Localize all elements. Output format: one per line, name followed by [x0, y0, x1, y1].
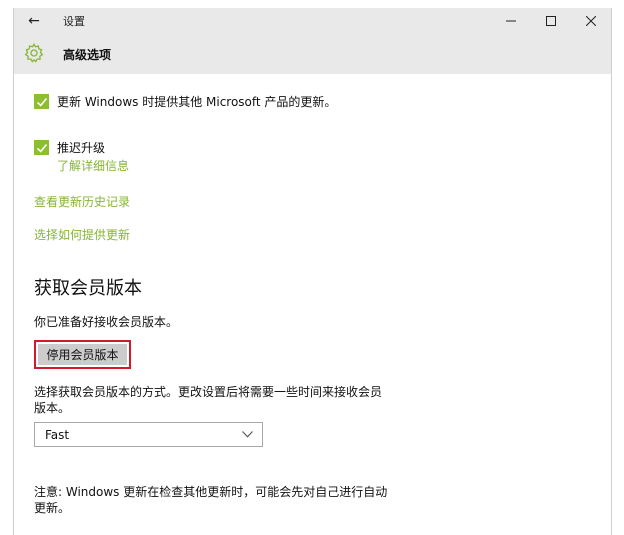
maximize-button[interactable]	[531, 8, 571, 34]
learn-more-link[interactable]: 了解详细信息	[57, 157, 129, 174]
choose-delivery-link[interactable]: 选择如何提供更新	[34, 226, 130, 243]
update-note-line1: 注意: Windows 更新在检查其他更新时，可能会先对自己进行自动	[34, 485, 388, 499]
back-arrow-icon: ←	[28, 13, 40, 29]
insider-pace-description-line2: 版本。	[34, 401, 71, 415]
office-updates-label: 更新 Windows 时提供其他 Microsoft 产品的更新。	[57, 95, 337, 109]
insider-ready-text: 你已准备好接收会员版本。	[34, 315, 179, 329]
defer-upgrades-label: 推迟升级	[57, 141, 106, 155]
checkmark-icon	[36, 97, 47, 107]
back-button[interactable]: ←	[24, 11, 44, 31]
checkmark-icon	[36, 143, 47, 153]
update-note-line2: 更新。	[34, 501, 71, 515]
insider-pace-select[interactable]: Fast	[34, 422, 263, 447]
minimize-button[interactable]	[491, 8, 531, 34]
defer-upgrades-checkbox[interactable]	[34, 140, 49, 155]
insider-pace-value: Fast	[45, 427, 70, 442]
page-title: 高级选项	[63, 48, 112, 62]
chevron-down-icon	[242, 431, 253, 438]
settings-window: ← 设置 高级选项 更新 Windows 时提供其他 Microsoft 产品的…	[13, 8, 612, 535]
defer-upgrades-option[interactable]: 推迟升级	[34, 140, 105, 156]
close-icon	[586, 16, 596, 26]
maximize-icon	[546, 16, 556, 26]
app-title: 设置	[63, 15, 85, 28]
close-button[interactable]	[571, 8, 611, 34]
advanced-options-content: 更新 Windows 时提供其他 Microsoft 产品的更新。 推迟升级 了…	[14, 74, 611, 535]
insider-section-heading: 获取会员版本	[34, 278, 142, 299]
office-updates-option[interactable]: 更新 Windows 时提供其他 Microsoft 产品的更新。	[34, 94, 336, 110]
page-header: 高级选项	[14, 34, 611, 74]
title-bar: ← 设置	[14, 8, 611, 34]
insider-pace-description-line1: 选择获取会员版本的方式。更改设置后将需要一些时间来接收会员	[34, 385, 383, 399]
gear-icon	[24, 43, 44, 63]
minimize-icon	[506, 20, 516, 22]
view-update-history-link[interactable]: 查看更新历史记录	[34, 193, 130, 210]
office-updates-checkbox[interactable]	[34, 94, 49, 109]
stop-insider-builds-button[interactable]: 停用会员版本	[38, 344, 127, 365]
stop-insider-button-highlight: 停用会员版本	[34, 340, 131, 369]
